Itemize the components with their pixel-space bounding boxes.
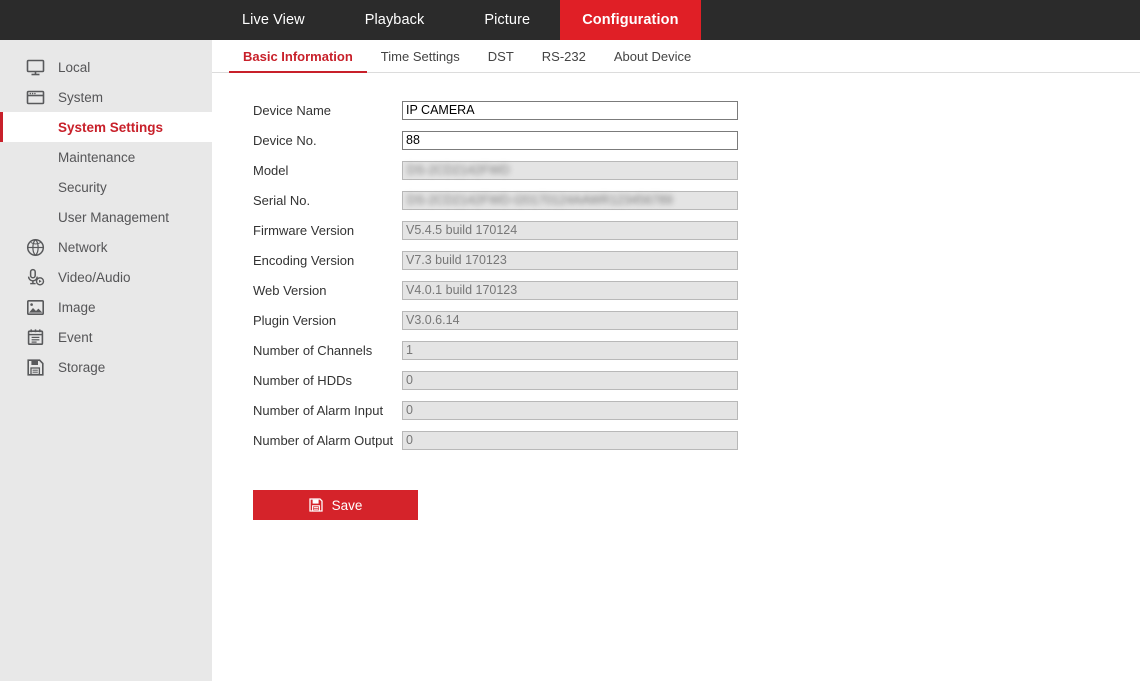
tab-rs-232[interactable]: RS-232	[528, 49, 600, 72]
tab-label: DST	[487, 49, 514, 64]
field-wrapper-model: DS-2CD2142FWD	[402, 160, 738, 180]
field-input-number-of-alarm-output	[402, 430, 738, 450]
tab-label: About Device	[613, 49, 692, 64]
sidebar-item-label: Video/Audio	[58, 269, 131, 285]
field-input-encoding-version	[402, 250, 738, 270]
field-wrapper-serial-no: DS-2CD2142FWD-I20170124AAWR123456789	[402, 190, 738, 210]
sidebar-item-label: Storage	[58, 359, 106, 375]
sidebar-item-event[interactable]: Event	[0, 322, 212, 352]
basic-information-form: Device Name Device No. Model DS-2CD2142FWD S…	[212, 73, 1140, 455]
topnav-item-label: Picture	[484, 12, 531, 28]
field-input-firmware-version	[402, 220, 738, 240]
sidebar-item-label: Maintenance	[58, 149, 136, 165]
sidebar-item-label: Event	[58, 329, 93, 345]
form-row-number-of-alarm-output: Number of Alarm Output	[253, 425, 1140, 455]
field-label-plugin-version: Plugin Version	[253, 312, 337, 328]
topnav-item-playback[interactable]: Playback	[335, 0, 455, 40]
picture-icon	[24, 296, 46, 318]
field-input-device-name[interactable]	[402, 100, 738, 120]
topnav-spacer	[0, 0, 212, 40]
monitor-icon	[24, 56, 46, 78]
save-button-container: Save	[212, 455, 1140, 520]
form-row-number-of-channels: Number of Channels	[253, 335, 1140, 365]
sidebar-item-label: Local	[58, 59, 91, 75]
form-row-number-of-alarm-input: Number of Alarm Input	[253, 395, 1140, 425]
field-label-device-name: Device Name	[253, 102, 332, 118]
sidebar-item-storage[interactable]: Storage	[0, 352, 212, 382]
save-button[interactable]: Save	[253, 490, 418, 520]
form-row-device-name: Device Name	[253, 95, 1140, 125]
floppy-disk-icon	[308, 498, 323, 512]
sidebar-item-system[interactable]: System	[0, 82, 212, 112]
tab-bar: Basic Information Time Settings DST RS-232 A…	[212, 40, 1140, 73]
main-content-panel: Basic Information Time Settings DST RS-232 A…	[212, 40, 1140, 681]
top-navigation-bar: Live View Playback Picture Configuration	[0, 0, 1140, 40]
sidebar-item-label: User Management	[58, 209, 170, 225]
field-label-number-of-alarm-input: Number of Alarm Input	[253, 402, 384, 418]
field-input-web-version	[402, 280, 738, 300]
sidebar-item-label: Image	[58, 299, 96, 315]
sidebar-item-image[interactable]: Image	[0, 292, 212, 322]
tab-label: RS-232	[541, 49, 586, 64]
save-button-label: Save	[331, 497, 363, 513]
tab-time-settings[interactable]: Time Settings	[367, 49, 474, 72]
tab-label: Time Settings	[380, 49, 460, 64]
sidebar-item-label: Security	[58, 179, 107, 195]
tab-basic-information[interactable]: Basic Information	[229, 49, 367, 73]
form-row-serial-no: Serial No. DS-2CD2142FWD-I20170124AAWR123…	[253, 185, 1140, 215]
microphone-icon	[24, 266, 46, 288]
sidebar-item-label: System	[58, 89, 104, 105]
sidebar-item-user-management[interactable]: User Management	[0, 202, 212, 232]
tab-label: Basic Information	[243, 49, 353, 64]
field-input-device-no[interactable]	[402, 130, 738, 150]
form-row-device-no: Device No.	[253, 125, 1140, 155]
window-icon	[24, 86, 46, 108]
sidebar-item-label: Network	[58, 239, 108, 255]
topnav-item-picture[interactable]: Picture	[454, 0, 560, 40]
sidebar-item-network[interactable]: Network	[0, 232, 212, 262]
sidebar-item-system-settings[interactable]: System Settings	[0, 112, 212, 142]
topnav-item-label: Live View	[242, 12, 305, 28]
sidebar-item-security[interactable]: Security	[0, 172, 212, 202]
sidebar-navigation: Local System System Settings Maintenance Sec…	[0, 40, 212, 681]
tab-dst[interactable]: DST	[474, 49, 528, 72]
form-row-number-of-hdds: Number of HDDs	[253, 365, 1140, 395]
topnav-item-label: Configuration	[582, 12, 679, 28]
form-row-model: Model DS-2CD2142FWD	[253, 155, 1140, 185]
field-input-number-of-alarm-input	[402, 400, 738, 420]
field-input-plugin-version	[402, 310, 738, 330]
calendar-icon	[24, 326, 46, 348]
globe-icon	[24, 236, 46, 258]
field-label-number-of-alarm-output: Number of Alarm Output	[253, 432, 394, 448]
form-row-plugin-version: Plugin Version	[253, 305, 1140, 335]
field-label-device-no: Device No.	[253, 132, 317, 148]
field-input-serial-no	[402, 190, 738, 210]
sidebar-item-maintenance[interactable]: Maintenance	[0, 142, 212, 172]
field-input-number-of-hdds	[402, 370, 738, 390]
sidebar-item-local[interactable]: Local	[0, 52, 212, 82]
field-input-number-of-channels	[402, 340, 738, 360]
sidebar-item-label: System Settings	[58, 119, 164, 135]
form-row-encoding-version: Encoding Version	[253, 245, 1140, 275]
field-label-encoding-version: Encoding Version	[253, 252, 355, 268]
sidebar-top-gap	[0, 40, 212, 52]
sidebar-item-video-audio[interactable]: Video/Audio	[0, 262, 212, 292]
field-label-model: Model	[253, 162, 289, 178]
topnav-item-label: Playback	[364, 12, 425, 28]
floppy-disk-icon	[24, 356, 46, 378]
field-label-number-of-channels: Number of Channels	[253, 342, 373, 358]
field-input-model	[402, 160, 738, 180]
form-row-web-version: Web Version	[253, 275, 1140, 305]
tab-about-device[interactable]: About Device	[600, 49, 705, 72]
field-label-serial-no: Serial No.	[253, 192, 311, 208]
form-row-firmware-version: Firmware Version	[253, 215, 1140, 245]
field-label-number-of-hdds: Number of HDDs	[253, 372, 352, 388]
field-label-web-version: Web Version	[253, 282, 327, 298]
field-label-firmware-version: Firmware Version	[253, 222, 355, 238]
topnav-item-live-view[interactable]: Live View	[212, 0, 335, 40]
topnav-item-configuration[interactable]: Configuration	[560, 0, 701, 40]
